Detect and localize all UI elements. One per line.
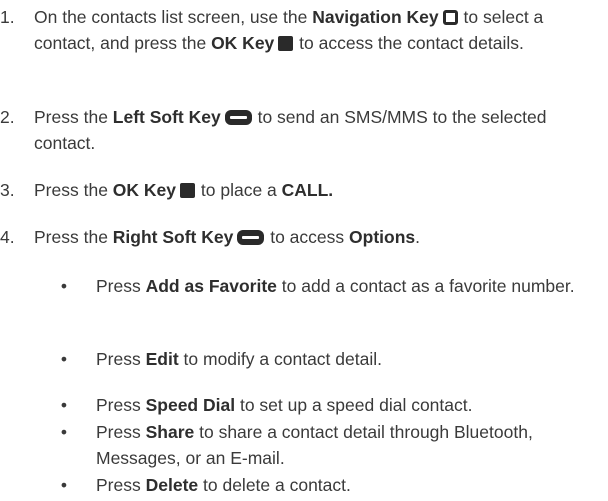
- bullet-icon: •: [60, 422, 68, 442]
- navigation-key-icon: [442, 10, 458, 25]
- soft-key-icon: [224, 110, 252, 125]
- step-3: 3. Press the OK Key to place a CALL.: [0, 177, 600, 203]
- step-text: On the contacts list screen, use the Nav…: [34, 7, 544, 53]
- ok-key-icon: [278, 36, 294, 51]
- step-1: 1. On the contacts list screen, use the …: [0, 4, 600, 56]
- bullet-text: Press Delete to delete a contact.: [96, 475, 351, 495]
- step-text: Press the Left Soft Key to send an SMS/M…: [34, 107, 547, 153]
- bullet-icon: •: [60, 276, 68, 296]
- bullet-icon: •: [60, 475, 68, 495]
- soft-key-icon: [237, 230, 265, 245]
- step-4: 4. Press the Right Soft Key to access Op…: [0, 224, 600, 250]
- call-term: CALL.: [281, 180, 334, 200]
- bullet-text: Press Edit to modify a contact detail.: [96, 349, 382, 369]
- step-text: Press the OK Key to place a CALL.: [34, 180, 334, 200]
- ok-key-icon: [180, 183, 196, 198]
- step-number: 1.: [0, 7, 15, 27]
- navigation-key-term: Navigation Key: [312, 7, 439, 27]
- options-term: Options: [349, 227, 416, 247]
- ok-key-term: OK Key: [211, 33, 275, 53]
- left-soft-key-term: Left Soft Key: [112, 107, 221, 127]
- option-speed-dial: • Press Speed Dial to set up a speed dia…: [0, 392, 608, 418]
- bullet-text: Press Add as Favorite to add a contact a…: [96, 276, 575, 296]
- option-add-as-favorite: • Press Add as Favorite to add a contact…: [0, 273, 608, 299]
- bullet-icon: •: [60, 349, 68, 369]
- step-number: 3.: [0, 180, 15, 200]
- step-2: 2. Press the Left Soft Key to send an SM…: [0, 104, 600, 156]
- option-share: • Press Share to share a contact detail …: [0, 419, 608, 471]
- step-text: Press the Right Soft Key to access Optio…: [34, 227, 420, 247]
- step-number: 2.: [0, 107, 15, 127]
- option-delete: • Press Delete to delete a contact.: [0, 472, 608, 498]
- step-number: 4.: [0, 227, 15, 247]
- bullet-text: Press Share to share a contact detail th…: [96, 422, 533, 468]
- right-soft-key-term: Right Soft Key: [112, 227, 234, 247]
- ok-key-term: OK Key: [112, 180, 177, 200]
- bullet-text: Press Speed Dial to set up a speed dial …: [96, 395, 473, 415]
- bullet-icon: •: [60, 395, 68, 415]
- option-edit: • Press Edit to modify a contact detail.: [0, 346, 608, 372]
